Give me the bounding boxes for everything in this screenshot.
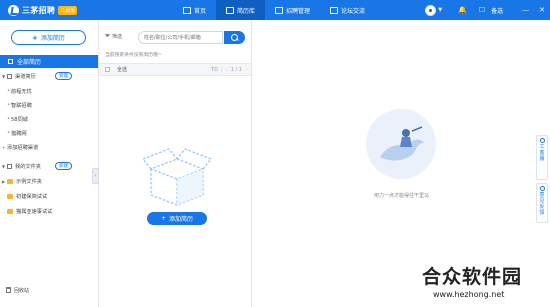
bell-icon[interactable]: 🔔 (458, 6, 467, 14)
app-name: 三茅招聘 (22, 5, 56, 15)
plus-icon: + (160, 215, 166, 222)
beta-badge: 公测版 (58, 5, 78, 15)
customer-service-tab[interactable]: 工 客 服 (536, 135, 548, 180)
search-input[interactable] (138, 31, 223, 44)
plus-icon: + (1, 144, 6, 150)
add-channel-item[interactable]: + 添加招聘渠道 (0, 141, 98, 153)
channel-icon (7, 73, 12, 79)
manage-tag-button[interactable]: 管理 (55, 72, 72, 80)
empty-box-icon (142, 148, 212, 206)
filter-label: 筛选 (112, 34, 123, 40)
filter-icon (105, 34, 110, 39)
my-folders-label: 我的文件夹 (15, 163, 41, 170)
channel-item-label: 前程无忧 (11, 88, 32, 95)
empty-hint: 当前搜索条件没有简历哦~ (105, 53, 162, 58)
headset-icon (539, 138, 545, 143)
sidebar-item-all-resumes[interactable]: 全部简历 (0, 55, 98, 68)
select-all-label: 全选 (117, 67, 128, 73)
bookmark-label[interactable]: 备选 (491, 6, 503, 15)
nav-forum-label: 论坛交流 (341, 7, 366, 15)
left-sidebar: + 添加简历 全部简历 ▼ 渠道简历 管理 • 前程无忧 • 智联招聘 • 58… (0, 20, 99, 307)
empty-illustration (366, 109, 436, 179)
doc-icon (275, 6, 284, 14)
next-page-icon[interactable]: › (246, 67, 248, 73)
folder-item[interactable]: 初建保简试试 (0, 190, 98, 202)
channel-item-label: 58同城 (11, 116, 28, 123)
nav-home-label: 首页 (194, 7, 207, 15)
channel-item-label: 智联招聘 (11, 102, 32, 109)
prev-page-icon[interactable]: ‹ (226, 67, 228, 73)
add-resume-button-center[interactable]: + 添加简历 (147, 212, 207, 225)
add-channel-label: 添加招聘渠道 (7, 144, 39, 151)
folder-item-label: 示例文件夹 (16, 178, 42, 185)
watermark-url: www.hezhong.net (433, 290, 505, 299)
recycle-bin[interactable]: 回收站 (0, 285, 29, 295)
feedback-tab[interactable]: 意 见 反 馈 (536, 183, 548, 223)
horse-rider-icon (380, 126, 424, 161)
trash-icon (6, 287, 11, 293)
help-label: 意 见 反 馈 (539, 192, 545, 216)
nav-home[interactable]: 首页 (173, 0, 216, 20)
select-all-checkbox[interactable] (105, 67, 110, 72)
folder-group-icon (7, 163, 12, 169)
folder-icon (7, 193, 13, 199)
message-icon (539, 186, 545, 191)
resume-list-panel: 筛选 当前搜索条件没有简历哦~ 全选 TD | ‹ 1 / 1 › + 添加简历 (99, 20, 252, 307)
watermark-title: 合众软件园 (422, 266, 523, 288)
chevron-down-icon[interactable]: ▼ (0, 164, 7, 169)
channel-item[interactable]: • 智联招聘 (0, 99, 98, 111)
nav-forum[interactable]: 论坛交流 (320, 0, 375, 20)
filter-button[interactable]: 筛选 (105, 33, 122, 40)
chevron-down-icon[interactable]: ▼ (438, 7, 442, 13)
nav-recruit-manage-label: 招聘管理 (286, 7, 311, 15)
chevron-right-icon[interactable]: ▶ (0, 179, 7, 184)
empty-preview-text: 用力一点才能得住干里马 (373, 193, 429, 199)
close-icon[interactable]: ✕ (539, 6, 545, 14)
recycle-label: 回收站 (14, 287, 30, 294)
tree-my-folders[interactable]: ▼ 我的文件夹 新建 (0, 160, 98, 172)
list-header: 全选 TD | ‹ 1 / 1 › (99, 63, 251, 76)
search-button[interactable] (224, 31, 245, 44)
channels-label: 渠道简历 (15, 73, 36, 80)
folder-item-label: 初建保简试试 (16, 193, 48, 200)
chat-icon (330, 6, 339, 14)
app-logo[interactable]: 三茅招聘 公测版 (8, 4, 173, 16)
feedback-label: 工 客 服 (539, 144, 545, 162)
main-nav: 首页 简历库 招聘管理 论坛交流 (173, 0, 375, 20)
folder-item[interactable]: 猫属亚速事试试 (0, 205, 98, 217)
add-resume-button[interactable]: + 添加简历 (11, 30, 86, 45)
sort-button[interactable]: TD (211, 67, 218, 73)
channel-item[interactable]: • 猎聘网 (0, 127, 98, 139)
channel-item[interactable]: • 前程无忧 (0, 85, 98, 97)
top-bar: 三茅招聘 公测版 首页 简历库 招聘管理 论坛交流 ▼ 🔔 ☐ 备选 — ✕ (0, 0, 550, 20)
nav-resume-library[interactable]: 简历库 (216, 0, 266, 20)
channel-item[interactable]: • 58同城 (0, 113, 98, 125)
collapse-sidebar-button[interactable]: ‹ (92, 168, 99, 184)
new-folder-tag-button[interactable]: 新建 (55, 162, 72, 170)
all-resumes-label: 全部简历 (17, 59, 42, 66)
home-icon (183, 6, 191, 14)
page-indicator: 1 / 1 (230, 66, 242, 73)
add-resume-label: 添加简历 (40, 35, 65, 42)
avatar[interactable] (425, 4, 437, 16)
list-icon (8, 59, 13, 64)
add-resume-center-label: 添加简历 (169, 216, 194, 223)
nav-recruit-manage[interactable]: 招聘管理 (265, 0, 320, 20)
nav-resume-library-label: 简历库 (237, 7, 256, 15)
channel-item-label: 猎聘网 (11, 130, 27, 137)
plus-icon: + (32, 33, 38, 42)
mail-icon (226, 6, 235, 14)
folder-icon (7, 178, 13, 184)
folder-item-label: 猫属亚速事试试 (16, 208, 53, 215)
bookmark-icon[interactable]: ☐ (479, 6, 485, 14)
folder-item[interactable]: ▶ 示例文件夹 (0, 175, 98, 187)
tree-channels[interactable]: ▼ 渠道简历 管理 (0, 70, 98, 82)
top-right-controls: ▼ 🔔 ☐ 备选 — ✕ (425, 0, 550, 20)
folder-icon (7, 208, 13, 214)
logo-icon (8, 4, 19, 16)
chevron-down-icon[interactable]: ▼ (0, 74, 7, 79)
minimize-icon[interactable]: — (522, 6, 529, 14)
